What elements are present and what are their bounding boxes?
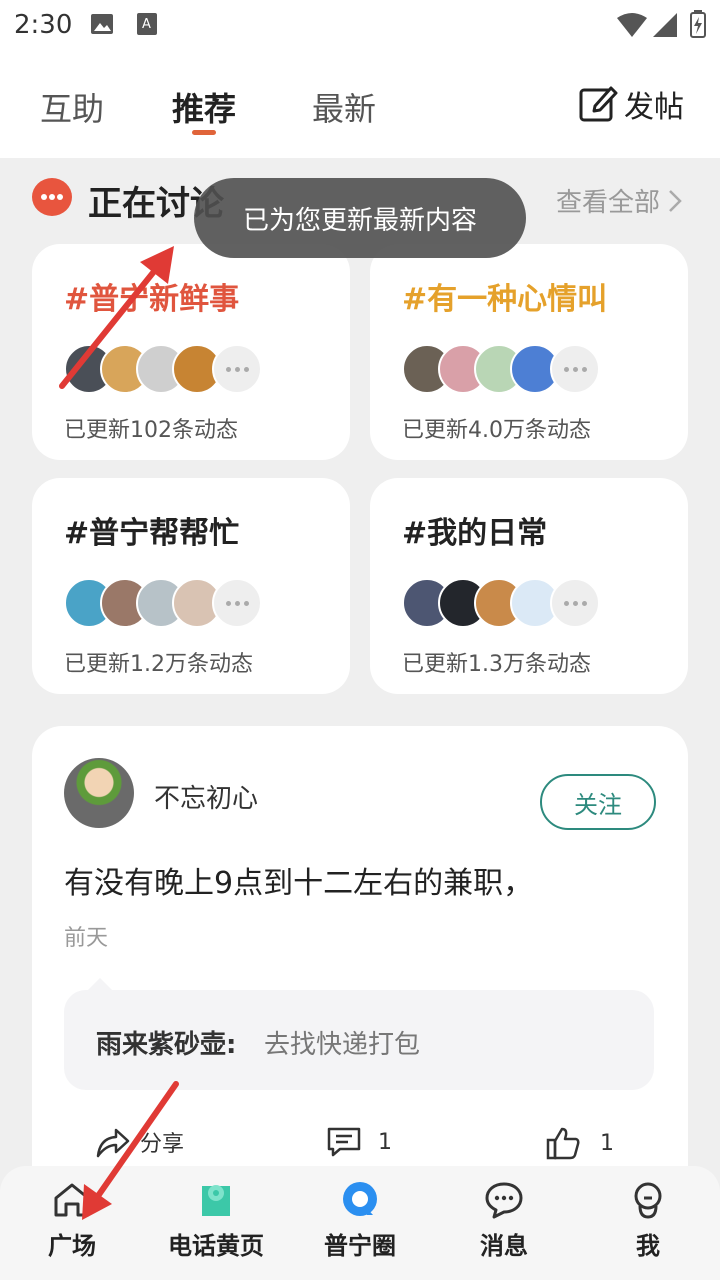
- chevron-right-icon: [669, 189, 682, 212]
- like-button[interactable]: 1: [546, 1126, 614, 1160]
- post-text[interactable]: 有没有晚上9点到十二左右的兼职，: [64, 858, 533, 902]
- thumbs-up-icon: [546, 1127, 580, 1160]
- more-avatars-icon: [550, 344, 600, 394]
- chat-bubble-icon: [32, 178, 72, 216]
- topic-count: 已更新1.3万条动态: [402, 652, 591, 677]
- user-avatar[interactable]: [64, 758, 134, 828]
- nav-label: 我: [636, 1232, 660, 1260]
- view-all-link[interactable]: 查看全部: [556, 182, 682, 219]
- nav-messages[interactable]: 消息: [434, 1180, 574, 1261]
- post-username[interactable]: 不忘初心: [154, 778, 258, 815]
- app-notification-icon: A: [137, 13, 157, 35]
- post-button-label: 发帖: [624, 90, 684, 125]
- top-nav: 互助 推荐 最新 发帖: [0, 52, 720, 158]
- view-all-label: 查看全部: [555, 188, 660, 218]
- post-time: 前天: [64, 926, 109, 951]
- comment-count: 1: [378, 1129, 392, 1155]
- wifi-icon: [617, 13, 647, 37]
- topic-title: #普宁帮帮忙: [64, 516, 240, 551]
- topic-card[interactable]: #有一种心情叫 已更新4.0万条动态: [370, 244, 688, 460]
- topic-card[interactable]: #我的日常 已更新1.3万条动态: [370, 478, 688, 694]
- annotation-arrow-icon: [59, 246, 174, 389]
- comment-author: 雨来紫砂壶:: [96, 1030, 237, 1060]
- follow-button[interactable]: 关注: [540, 774, 656, 830]
- profile-icon: [634, 1182, 662, 1219]
- nav-label: 广场: [48, 1232, 96, 1260]
- topic-count: 已更新4.0万条动态: [402, 418, 591, 443]
- topic-title: #有一种心情叫: [402, 282, 608, 317]
- topic-count: 已更新102条动态: [64, 418, 238, 443]
- nav-me[interactable]: 我: [578, 1180, 718, 1261]
- edit-icon: [579, 86, 618, 122]
- tab-latest[interactable]: 最新: [312, 84, 376, 130]
- more-avatars-icon: [550, 578, 600, 628]
- svg-text:A: A: [142, 17, 151, 32]
- message-icon: [485, 1182, 523, 1219]
- comment-text: 去找快递打包: [264, 1030, 421, 1060]
- annotation-arrow-icon: [82, 1081, 179, 1220]
- gallery-notification-icon: [91, 14, 113, 34]
- tab-mutual-help[interactable]: 互助: [40, 84, 104, 130]
- topic-count: 已更新1.2万条动态: [64, 652, 253, 677]
- phone-directory-icon: [202, 1185, 230, 1216]
- status-time: 2:30: [14, 10, 73, 40]
- nav-label: 普宁圈: [324, 1232, 396, 1260]
- topic-card[interactable]: #普宁帮帮忙 已更新1.2万条动态: [32, 478, 350, 694]
- like-count: 1: [600, 1130, 614, 1156]
- battery-icon: [690, 10, 706, 38]
- comment-icon: [327, 1127, 361, 1157]
- more-avatars-icon: [212, 344, 262, 394]
- nav-label: 电话黄页: [168, 1232, 264, 1260]
- topic-title: #我的日常: [402, 516, 548, 551]
- more-avatars-icon: [212, 578, 262, 628]
- comment-preview[interactable]: 雨来紫砂壶: 去找快递打包: [64, 978, 654, 1090]
- comment-button[interactable]: 1: [326, 1126, 392, 1158]
- update-toast: 已为您更新最新内容: [194, 178, 526, 258]
- signal-icon: [653, 13, 677, 37]
- tab-recommended[interactable]: 推荐: [172, 84, 236, 130]
- nav-label: 消息: [480, 1232, 528, 1260]
- circle-icon: [343, 1182, 377, 1216]
- status-bar: 2:30 A: [0, 0, 720, 52]
- active-tab-indicator: [192, 130, 216, 135]
- post-button[interactable]: 发帖: [578, 82, 684, 126]
- nav-puning-circle[interactable]: 普宁圈: [290, 1180, 430, 1261]
